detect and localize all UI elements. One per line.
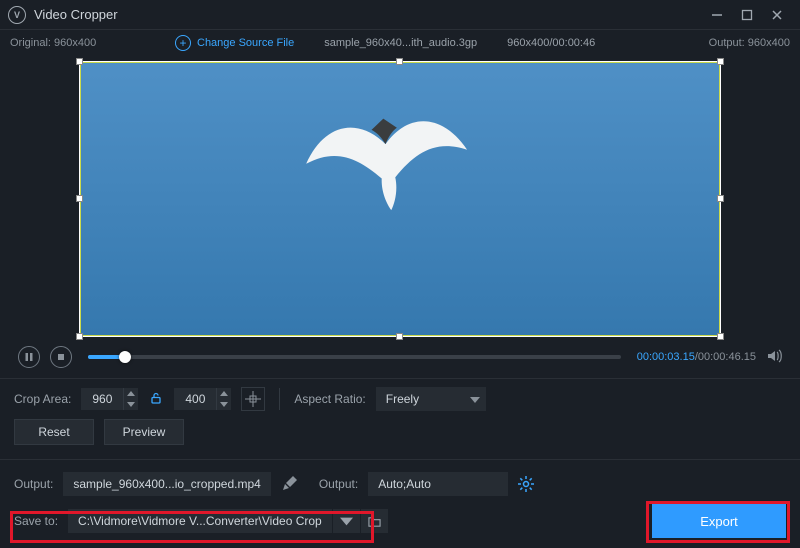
- preview-button[interactable]: Preview: [104, 419, 184, 445]
- crop-width-input[interactable]: [81, 388, 138, 410]
- crop-handle[interactable]: [76, 195, 83, 202]
- stop-button[interactable]: [50, 346, 72, 368]
- spin-down-icon[interactable]: [124, 399, 138, 410]
- crop-width-field[interactable]: [81, 392, 123, 406]
- titlebar: V Video Cropper: [0, 0, 800, 30]
- original-dimensions: 960x400: [54, 37, 96, 49]
- close-button[interactable]: [762, 1, 792, 29]
- video-preview[interactable]: [80, 62, 720, 336]
- crop-handle[interactable]: [717, 58, 724, 65]
- spin-down-icon[interactable]: [217, 399, 231, 410]
- preview-canvas: [80, 62, 720, 336]
- center-crop-button[interactable]: [241, 387, 265, 411]
- output-file-label: Output:: [14, 477, 53, 491]
- crop-height-input[interactable]: [174, 388, 231, 410]
- app-title: Video Cropper: [34, 7, 118, 22]
- crop-height-field[interactable]: [174, 392, 216, 406]
- spin-up-icon[interactable]: [124, 388, 138, 399]
- source-meta: 960x400/00:00:46: [507, 37, 595, 49]
- save-to-row: Save to: C:\Vidmore\Vidmore V...Converte…: [0, 500, 800, 548]
- browse-folder-button[interactable]: [360, 509, 388, 533]
- playback-row: 00:00:03.15/00:00:46.15: [0, 336, 800, 374]
- total-time: /00:00:46.15: [695, 351, 756, 363]
- edit-filename-icon[interactable]: [281, 476, 297, 492]
- save-path-field[interactable]: C:\Vidmore\Vidmore V...Converter\Video C…: [68, 509, 332, 533]
- plus-circle-icon: +: [175, 35, 191, 51]
- save-path-dropdown[interactable]: [332, 509, 360, 533]
- crop-handle[interactable]: [717, 333, 724, 340]
- crop-area-label: Crop Area:: [14, 392, 71, 406]
- source-filename: sample_960x40...ith_audio.3gp: [324, 37, 477, 49]
- aspect-ratio-select[interactable]: Freely: [376, 387, 486, 411]
- crop-handle[interactable]: [717, 195, 724, 202]
- output-settings-button[interactable]: [518, 476, 534, 492]
- spin-up-icon[interactable]: [217, 388, 231, 399]
- crop-handle[interactable]: [76, 58, 83, 65]
- aspect-lock-toggle[interactable]: [150, 392, 162, 407]
- volume-button[interactable]: [766, 348, 782, 367]
- bird-icon: [298, 102, 476, 218]
- output-dimensions: 960x400: [748, 37, 790, 49]
- output-file-row: Output: sample_960x400...io_cropped.mp4 …: [0, 468, 800, 500]
- change-source-button[interactable]: + Change Source File: [175, 35, 294, 51]
- aspect-ratio-value: Freely: [386, 392, 419, 406]
- timecode-display: 00:00:03.15/00:00:46.15: [637, 351, 756, 363]
- crop-handle[interactable]: [396, 333, 403, 340]
- chevron-down-icon: [470, 392, 480, 406]
- maximize-button[interactable]: [732, 1, 762, 29]
- seek-slider[interactable]: [88, 355, 621, 359]
- seek-knob[interactable]: [119, 351, 131, 363]
- change-source-label: Change Source File: [197, 37, 294, 49]
- output-filename-field[interactable]: sample_960x400...io_cropped.mp4: [63, 472, 270, 496]
- output-label: Output:: [709, 37, 745, 49]
- pause-button[interactable]: [18, 346, 40, 368]
- current-time: 00:00:03.15: [637, 351, 695, 363]
- crop-handle[interactable]: [396, 58, 403, 65]
- save-to-label: Save to:: [14, 514, 58, 528]
- output-format-label: Output:: [319, 477, 358, 491]
- export-button[interactable]: Export: [652, 504, 786, 538]
- aspect-ratio-label: Aspect Ratio:: [294, 392, 365, 406]
- crop-handle[interactable]: [76, 333, 83, 340]
- crop-controls: Crop Area: Aspect Ratio: Freely: [0, 387, 800, 419]
- app-logo-icon: V: [8, 6, 26, 24]
- output-format-field[interactable]: Auto;Auto: [368, 472, 508, 496]
- original-label: Original:: [10, 37, 51, 49]
- minimize-button[interactable]: [702, 1, 732, 29]
- source-info-row: Original: 960x400 + Change Source File s…: [0, 30, 800, 56]
- reset-button[interactable]: Reset: [14, 419, 94, 445]
